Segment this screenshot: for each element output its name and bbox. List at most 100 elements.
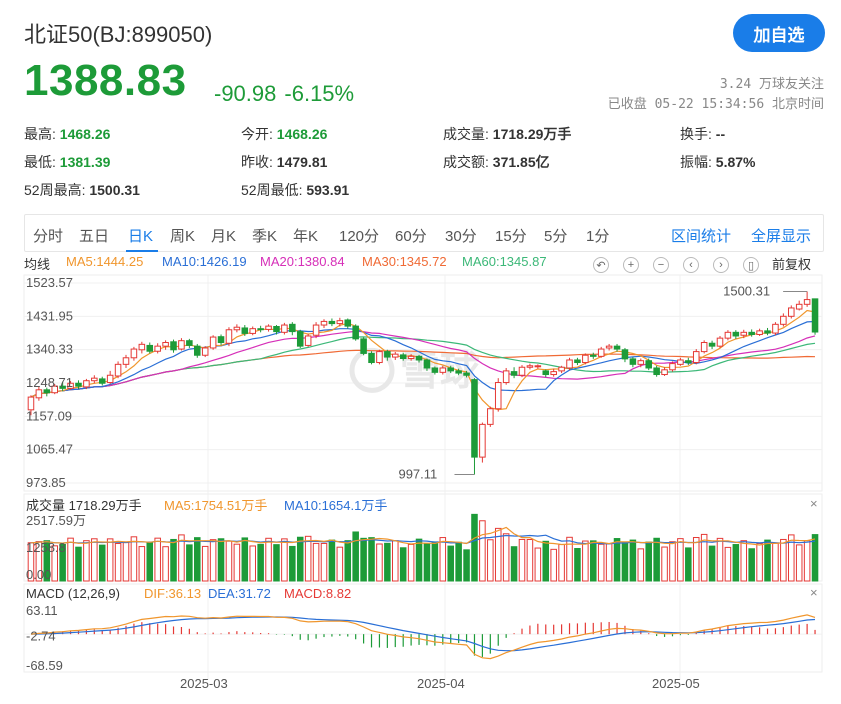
stat-item: 52周最低: 593.91 bbox=[241, 180, 349, 200]
stat-label: 最低: bbox=[24, 154, 56, 170]
candle-body bbox=[526, 365, 534, 368]
tab-10[interactable]: 15分 bbox=[495, 225, 527, 246]
stat-item: 成交量: 1718.29万手 bbox=[443, 124, 571, 144]
volume-bar bbox=[368, 537, 375, 582]
volume-bar bbox=[613, 538, 621, 582]
stat-label: 成交额: bbox=[443, 154, 489, 170]
candle-body bbox=[415, 355, 423, 361]
candle-body bbox=[320, 320, 328, 326]
candle-body bbox=[471, 379, 478, 458]
tab-3[interactable]: 周K bbox=[170, 225, 195, 246]
high-annotation: 1500.31 bbox=[723, 283, 770, 298]
candle-body bbox=[98, 378, 106, 384]
tab-9[interactable]: 30分 bbox=[445, 225, 477, 246]
candle-body bbox=[803, 299, 811, 305]
active-tab-underline bbox=[126, 250, 158, 252]
candle-body bbox=[439, 367, 447, 373]
volume-bar bbox=[415, 538, 423, 582]
volume-bar bbox=[423, 543, 431, 582]
candle-body bbox=[590, 354, 597, 357]
stat-label: 昨收: bbox=[241, 154, 273, 170]
tab-5[interactable]: 季K bbox=[252, 225, 277, 246]
volume-bar bbox=[669, 541, 676, 582]
tab-11[interactable]: 5分 bbox=[544, 225, 567, 246]
price-change: -90.98 -6.15% bbox=[214, 81, 362, 107]
candle-body bbox=[494, 382, 502, 410]
stat-value: 1500.31 bbox=[85, 182, 140, 198]
volume-bar bbox=[605, 543, 613, 582]
volume-bar bbox=[138, 546, 146, 582]
candle-body bbox=[582, 354, 589, 364]
stat-label: 换手: bbox=[680, 126, 712, 142]
stat-value: 371.85亿 bbox=[488, 154, 550, 170]
stat-item: 最低: 1381.39 bbox=[24, 152, 110, 172]
candle-body bbox=[273, 326, 280, 333]
volume-bar bbox=[692, 537, 700, 582]
tab-4[interactable]: 月K bbox=[211, 225, 236, 246]
candle-body bbox=[122, 357, 130, 365]
macd-legend-item: DEA:31.72 bbox=[208, 586, 271, 601]
volume-bar bbox=[748, 548, 755, 582]
tab-0[interactable]: 分时 bbox=[33, 225, 63, 246]
volume-bar bbox=[637, 548, 645, 582]
volume-bar bbox=[677, 538, 684, 582]
x-tick-label: 2025-05 bbox=[652, 676, 700, 691]
stat-item: 52周最高: 1500.31 bbox=[24, 180, 140, 200]
volume-bar bbox=[550, 548, 557, 582]
volume-bar bbox=[154, 537, 161, 582]
stat-value: 1468.26 bbox=[272, 126, 328, 142]
tab-2[interactable]: 日K bbox=[128, 225, 153, 246]
volume-bar bbox=[439, 537, 447, 582]
candle-body bbox=[344, 319, 352, 327]
candle-body bbox=[479, 423, 486, 458]
volume-bar bbox=[740, 540, 748, 582]
volume-bar bbox=[653, 537, 660, 582]
volume-close-icon[interactable]: × bbox=[810, 496, 818, 511]
kline-chart[interactable]: 雪球1523.571431.951340.331248.711157.09106… bbox=[0, 270, 841, 704]
volume-bar bbox=[249, 545, 256, 582]
candle-body bbox=[43, 389, 51, 394]
candle-body bbox=[423, 359, 431, 369]
candle-body bbox=[700, 342, 708, 353]
tab-6[interactable]: 年K bbox=[293, 225, 318, 246]
candle-body bbox=[186, 340, 193, 346]
candle-body bbox=[692, 351, 700, 364]
volume-bar bbox=[518, 538, 526, 582]
volume-bar bbox=[732, 544, 740, 582]
candle-body bbox=[130, 348, 138, 359]
volume-bar bbox=[407, 543, 415, 582]
candle-body bbox=[407, 355, 415, 360]
add-watchlist-button[interactable]: 加自选 bbox=[733, 14, 825, 52]
candle-body bbox=[399, 354, 407, 360]
candle-body bbox=[748, 331, 755, 336]
candle-body bbox=[621, 349, 629, 360]
range-stats-link[interactable]: 区间统计 bbox=[671, 225, 731, 246]
volume-bar bbox=[772, 542, 779, 582]
volume-bar bbox=[352, 531, 359, 582]
candle-body bbox=[566, 359, 573, 369]
candle-body bbox=[780, 315, 787, 325]
price-tick-label: 1340.33 bbox=[26, 342, 73, 357]
volume-bar bbox=[384, 542, 391, 582]
volume-bar bbox=[170, 538, 177, 582]
macd-legend-label: MACD (12,26,9) bbox=[26, 586, 120, 601]
tab-1[interactable]: 五日 bbox=[79, 225, 109, 246]
fullscreen-link[interactable]: 全屏显示 bbox=[751, 225, 811, 246]
macd-legend-item: MACD:8.82 bbox=[284, 586, 351, 601]
price-tick-label: 1248.71 bbox=[26, 375, 73, 390]
candle-body bbox=[708, 342, 716, 347]
candle-body bbox=[257, 328, 264, 331]
market-status: 已收盘 05-22 15:34:56 北京时间 bbox=[607, 97, 824, 112]
stat-label: 成交量: bbox=[443, 126, 489, 142]
macd-close-icon[interactable]: × bbox=[810, 585, 818, 600]
candle-body bbox=[685, 360, 692, 364]
volume-bar bbox=[67, 537, 74, 582]
volume-tick-label: 2517.59万 bbox=[26, 513, 86, 528]
candle-body bbox=[209, 336, 217, 349]
period-tabs: 分时 五日 日K 周K 月K 季K 年K 120分 60分 30分 15分 5分 1分 区间统计 全屏显示 bbox=[24, 214, 824, 252]
candle-body bbox=[716, 337, 724, 347]
tab-7[interactable]: 120分 bbox=[339, 225, 379, 246]
tab-12[interactable]: 1分 bbox=[586, 225, 609, 246]
volume-bar bbox=[487, 539, 494, 582]
tab-8[interactable]: 60分 bbox=[395, 225, 427, 246]
